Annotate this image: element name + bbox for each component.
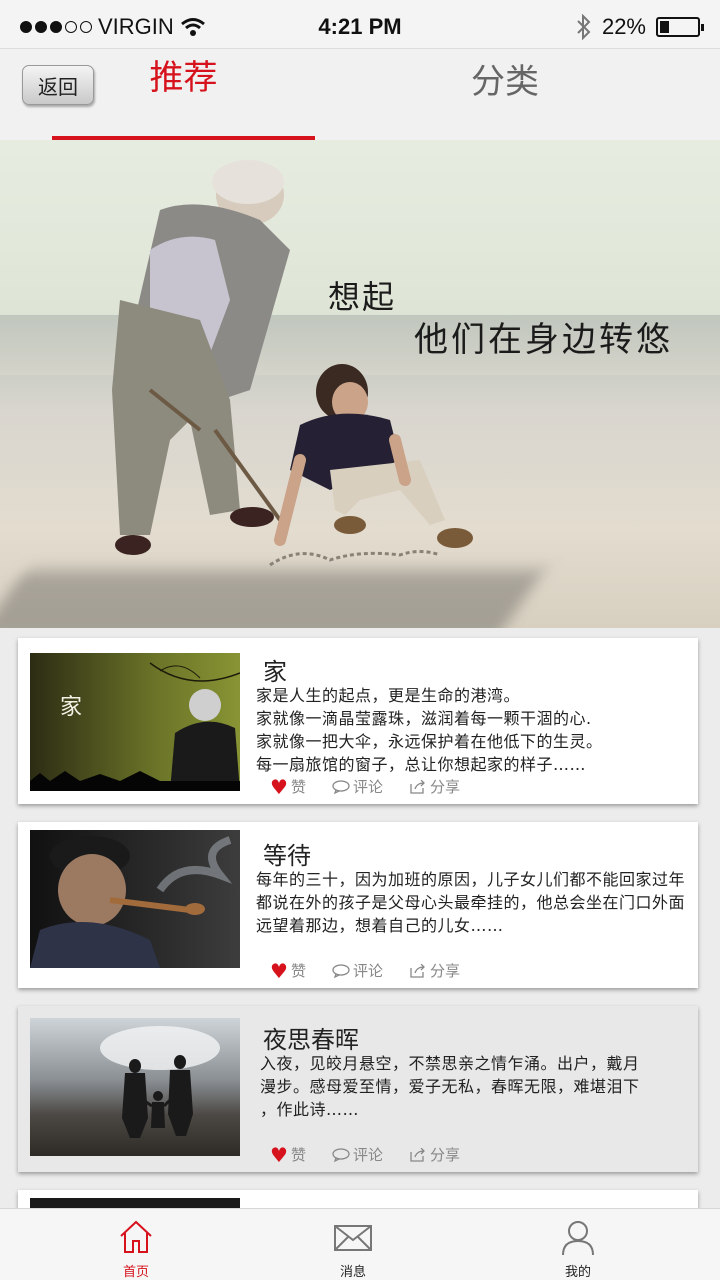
- article-title: 等待: [263, 842, 311, 870]
- like-button[interactable]: ♥ 赞: [270, 776, 306, 797]
- article-actions: ♥ 赞 评论 分享: [270, 776, 460, 797]
- thumbnail-caption: 家: [60, 695, 83, 720]
- article-card-night-thoughts[interactable]: 夜思春晖 入夜，见皎月悬空，不禁思亲之情乍涌。出户，戴月 漫步。感母爱至情，爱子…: [18, 1006, 698, 1172]
- article-card-waiting[interactable]: 等待 每年的三十，因为加班的原因，儿子女儿们都不能回家过年 都说在外的孩子是父母…: [18, 822, 698, 988]
- share-button[interactable]: 分享: [409, 1144, 460, 1165]
- battery-icon: [656, 17, 704, 37]
- comment-icon: [332, 1147, 350, 1162]
- home-icon: [120, 1220, 152, 1253]
- share-button[interactable]: 分享: [409, 960, 460, 981]
- article-thumbnail: [30, 1018, 240, 1156]
- tab-label: 我的: [564, 1265, 591, 1280]
- hero-banner[interactable]: 想起 他们在身边转悠: [0, 140, 720, 628]
- banner-illustration: [112, 160, 473, 567]
- share-button[interactable]: 分享: [409, 776, 460, 797]
- comment-button[interactable]: 评论: [332, 1144, 383, 1165]
- article-actions: ♥ 赞 评论 分享: [270, 960, 460, 981]
- comment-button[interactable]: 评论: [332, 776, 383, 797]
- share-icon: [410, 963, 425, 978]
- article-actions: ♥ 赞 评论 分享: [270, 1144, 460, 1165]
- article-title: 夜思春晖: [263, 1026, 359, 1054]
- tab-label: 消息: [339, 1265, 366, 1280]
- article-thumbnail: 家: [30, 653, 240, 791]
- user-icon: [562, 1221, 594, 1256]
- tab-label: 首页: [122, 1265, 149, 1280]
- comment-button[interactable]: 评论: [332, 960, 383, 981]
- banner-line2: 他们在身边转悠: [414, 320, 673, 360]
- bottom-tab-bar: 首页 消息 我的: [0, 1208, 720, 1280]
- tab-category[interactable]: 分类: [380, 54, 630, 103]
- article-summary: 家是人生的起点，更是生命的港湾。 家就像一滴晶莹露珠，滋润着每一颗干涸的心. 家…: [256, 686, 603, 774]
- mail-icon: [334, 1225, 372, 1251]
- battery-area: 22%: [576, 14, 704, 40]
- article-summary: 每年的三十，因为加班的原因，儿子女儿们都不能回家过年 都说在外的孩子是父母心头最…: [256, 870, 684, 935]
- share-icon: [410, 779, 425, 794]
- battery-percent: 22%: [601, 14, 646, 39]
- tab-profile[interactable]: 我的: [538, 1219, 618, 1280]
- tab-messages[interactable]: 消息: [313, 1219, 393, 1280]
- like-button[interactable]: ♥ 赞: [270, 1144, 306, 1165]
- tab-home[interactable]: 首页: [96, 1219, 176, 1280]
- heart-icon: ♥: [270, 774, 288, 799]
- comment-icon: [332, 963, 350, 978]
- article-card-home[interactable]: 家 家 家是人生的起点，更是生命的港湾。 家就像一滴晶莹露珠，滋润着每一颗干涸的…: [18, 638, 698, 804]
- tab-recommend[interactable]: 推荐: [52, 50, 315, 99]
- comment-icon: [332, 779, 350, 794]
- article-thumbnail: [30, 830, 240, 968]
- article-summary: 入夜，见皎月悬空，不禁思亲之情乍涌。出户，戴月 漫步。感母爱至情，爱子无私，春晖…: [260, 1054, 640, 1119]
- bluetooth-icon: [577, 14, 591, 40]
- like-button[interactable]: ♥ 赞: [270, 960, 306, 981]
- article-title: 家: [263, 658, 287, 686]
- heart-icon: ♥: [270, 958, 288, 983]
- heart-icon: ♥: [270, 1142, 288, 1167]
- share-icon: [410, 1147, 425, 1162]
- banner-line1: 想起: [328, 278, 397, 316]
- status-bar: VIRGIN 4:21 PM 22%: [0, 0, 720, 48]
